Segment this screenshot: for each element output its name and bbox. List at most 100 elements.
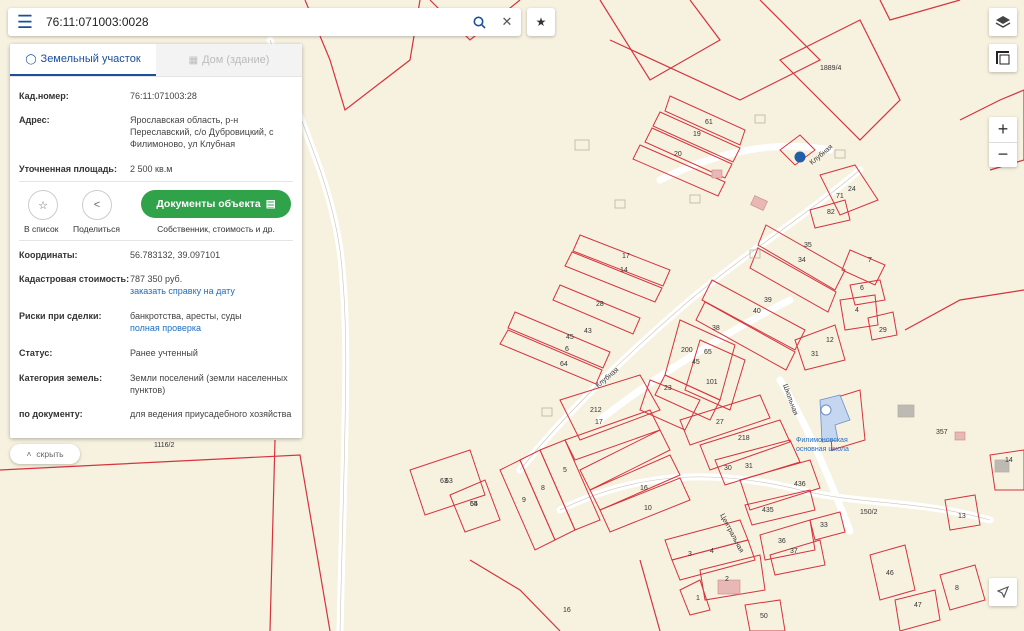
select-area-button[interactable] (989, 44, 1017, 72)
panel-tabs: ◯ Земельный участок ▦ Дом (здание) (10, 44, 302, 77)
parcel-number-label: 38 (712, 325, 720, 332)
parcel-number-label: 45 (692, 359, 700, 366)
divider (19, 181, 293, 182)
zoom-out-button[interactable]: − (989, 143, 1017, 168)
parcel-number-label: 150/2 (860, 509, 878, 516)
parcel-number-label: 5 (563, 467, 567, 474)
risks-label: Риски при сделки: (19, 311, 102, 321)
clear-icon[interactable]: ✕ (493, 8, 521, 36)
parcel-number-label: 36 (778, 538, 786, 545)
menu-icon[interactable]: ☰ (8, 8, 42, 36)
tab-land-plot[interactable]: ◯ Земельный участок (10, 44, 156, 76)
school-label-text: Филимоновская (796, 437, 848, 444)
parcel-number-label: 34 (798, 257, 806, 264)
add-to-list-label: В список (24, 224, 59, 234)
by-document-label: по документу: (19, 409, 83, 419)
area-row: Уточненная площадь: 2 500 кв.м (19, 163, 295, 175)
parcel-number-label: 6 (565, 346, 569, 353)
layers-icon (995, 16, 1011, 28)
navigation-arrow-icon (997, 586, 1009, 598)
object-documents-subtitle: Собственник, стоимость и др. (157, 224, 275, 234)
address-value: Ярославская область, р-н Переславский, с… (130, 115, 274, 149)
favorites-star-icon[interactable]: ★ (527, 8, 555, 36)
add-to-list-button[interactable]: ☆ (28, 190, 58, 220)
parcel-number-label: 39 (764, 297, 772, 304)
land-plot-icon: ◯ (25, 53, 37, 65)
parcel-number-label: 47 (914, 602, 922, 609)
parcel-number-label: 19 (693, 131, 701, 138)
cadastral-value-row: Кадастровая стоимость: 787 350 руб. зака… (19, 273, 295, 297)
land-category-label: Категория земель: (19, 373, 103, 383)
object-documents-button[interactable]: Документы объекта ▤ (141, 190, 291, 218)
cadastral-number-row: Кад.номер: 76:11:071003:28 (19, 90, 295, 102)
parcel-number-label: 31 (811, 351, 819, 358)
address-row: Адрес: Ярославская область, р-н Переслав… (19, 114, 295, 150)
area-label: Уточненная площадь: (19, 164, 117, 174)
parcel-number-label: 29 (879, 327, 887, 334)
selected-parcel-marker (794, 151, 806, 163)
share-icon: < (93, 199, 101, 211)
tab-building-label: Дом (здание) (202, 54, 270, 66)
parcel-number-label: 101 (706, 379, 718, 386)
parcel-number-label: 24 (848, 186, 856, 193)
search-icon[interactable] (465, 8, 493, 36)
school-label-text: основная школа (796, 446, 849, 453)
parcel-number-label: 64 (560, 361, 568, 368)
parcel-number-label: 17 (622, 253, 630, 260)
parcel-number-label: 16 (563, 607, 571, 614)
zoom-in-button[interactable]: + (989, 117, 1017, 143)
parcel-number-label: 436 (794, 481, 806, 488)
zoom-control: + − (989, 117, 1017, 167)
by-document-value: для ведения приусадебного хозяйства (130, 409, 292, 419)
parcel-number-label: 1 (696, 595, 700, 602)
risks-row: Риски при сделки: банкротства, аресты, с… (19, 310, 295, 334)
parcel-number-label: 50 (760, 613, 768, 620)
parcel-number-label: 71 (836, 193, 844, 200)
parcel-number-label: 212 (590, 407, 602, 414)
parcel-number-label: 55 (470, 501, 478, 508)
tab-building[interactable]: ▦ Дом (здание) (156, 44, 302, 76)
area-value: 2 500 кв.м (130, 164, 173, 174)
tab-land-plot-label: Земельный участок (40, 53, 141, 65)
layers-button[interactable] (989, 8, 1017, 36)
parcel-number-label: 61 (705, 119, 713, 126)
parcel-number-label: 2 (725, 576, 729, 583)
search-input[interactable] (42, 10, 465, 34)
cadastral-number-label: Кад.номер: (19, 91, 69, 101)
coordinates-value: 56.783132, 39.097101 (130, 250, 221, 260)
parcel-number-label: 40 (753, 308, 761, 315)
share-button[interactable]: < (82, 190, 112, 220)
parcel-number-label: 7 (868, 257, 872, 264)
school-marker (820, 404, 832, 416)
cadastral-value-label: Кадастровая стоимость: (19, 274, 130, 284)
parcel-number-label: 4 (710, 548, 714, 555)
parcel-number-label: 82 (827, 209, 835, 216)
parcel-number-label: 37 (790, 548, 798, 555)
status-label: Статус: (19, 348, 53, 358)
parcel-number-label: 435 (762, 507, 774, 514)
address-label: Адрес: (19, 115, 50, 125)
parcel-number-label: 6 (860, 285, 864, 292)
hide-panel-button[interactable]: ˄ скрыть (10, 444, 80, 464)
locate-button[interactable] (989, 578, 1017, 606)
parcel-number-label: 13 (958, 513, 966, 520)
parcel-number-label: 45 (566, 334, 574, 341)
land-category-value: Земли поселений (земли населенных пункто… (130, 373, 288, 395)
parcel-number-label: 1116/2 (154, 442, 174, 449)
search-bar: ☰ ✕ (8, 8, 521, 36)
parcel-number-label: 63 (445, 478, 453, 485)
full-check-link[interactable]: полная проверка (130, 322, 295, 334)
order-certificate-link[interactable]: заказать справку на дату (130, 285, 295, 297)
parcel-number-label: 1889/4 (820, 65, 842, 72)
info-panel: ◯ Земельный участок ▦ Дом (здание) Кад.ном… (10, 44, 302, 438)
by-document-row: по документу: для ведения приусадебного … (19, 408, 295, 420)
parcel-number-label: 43 (584, 328, 592, 335)
cadastral-number-value[interactable]: 76:11:071003:28 (130, 90, 295, 102)
star-outline-icon: ☆ (38, 199, 48, 212)
parcel-number-label: 35 (804, 242, 812, 249)
land-category-row: Категория земель: Земли поселений (земли… (19, 372, 295, 396)
cadastral-value-amount: 787 350 руб. (130, 274, 183, 284)
parcel-number-label: 14 (1005, 457, 1013, 464)
frame-icon (996, 51, 1010, 65)
parcel-number-label: 23 (664, 385, 672, 392)
